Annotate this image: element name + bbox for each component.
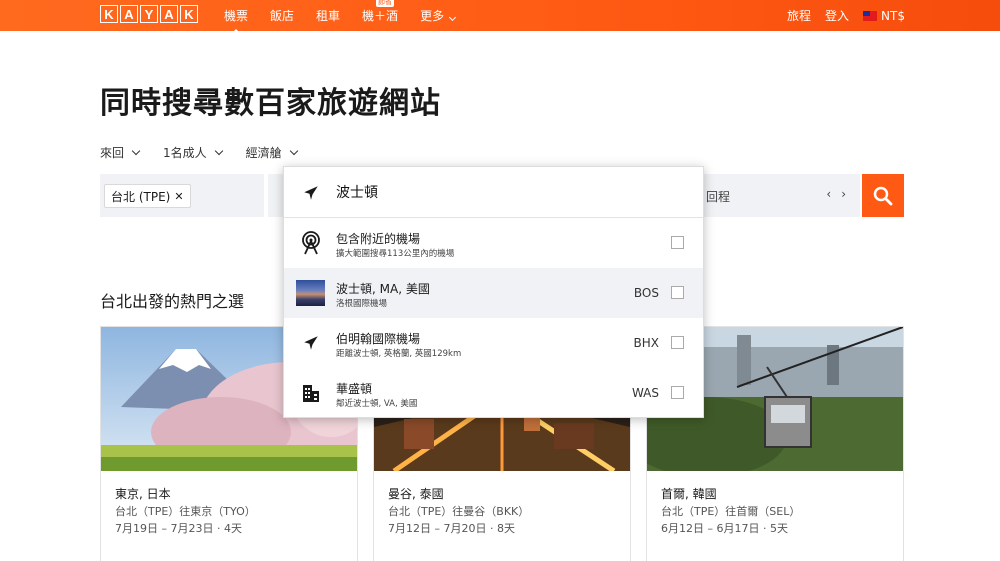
currency-label: NT$ (881, 8, 905, 23)
dropdown-item-subtitle: 距離波士頓, 英格蘭, 英國129km (336, 349, 462, 359)
plane-icon (298, 330, 324, 356)
boston-city-thumbnail (296, 280, 325, 306)
dropdown-item-boston[interactable]: 波士頓, MA, 美國 洛根國際機場 BOS (284, 268, 703, 318)
nav-label: 飯店 (270, 9, 295, 23)
taiwan-flag-icon (863, 11, 878, 21)
chevron-down-icon (449, 13, 457, 22)
card-route: 台北（TPE）往東京（TYO） (115, 505, 256, 518)
card-route: 台北（TPE）往首爾（SEL） (661, 505, 801, 518)
travelers-dropdown[interactable]: 1名成人 (163, 144, 223, 161)
nav-cars[interactable]: 租車 (316, 7, 340, 24)
birmingham-checkbox[interactable] (671, 336, 684, 349)
dropdown-item-nearby[interactable]: 包含附近的機場 擴大範圍搜尋113公里內的機場 (284, 218, 703, 268)
chevron-down-icon (214, 146, 223, 156)
dropdown-item-subtitle: 洛根國際機場 (336, 299, 388, 309)
card-city: 曼谷, 泰國 (388, 487, 444, 501)
origin-chip: 台北 (TPE) ✕ (104, 184, 191, 208)
chevron-down-icon (131, 146, 141, 156)
nav-label: 機＋酒 (362, 9, 399, 23)
boston-checkbox[interactable] (671, 286, 684, 299)
card-city: 東京, 日本 (115, 487, 171, 501)
include-nearby-checkbox[interactable] (671, 236, 684, 249)
dropdown-item-birmingham[interactable]: 伯明翰國際機場 距離波士頓, 英格蘭, 英國129km BHX (284, 318, 703, 368)
logo-letter: A (160, 5, 178, 23)
airport-code: WAS (631, 386, 659, 400)
plane-icon (304, 186, 318, 200)
kayak-logo[interactable]: K A Y A K (100, 5, 198, 23)
page-title: 同時搜尋數百家旅遊網站 (100, 86, 441, 121)
travelers-label: 1名成人 (163, 146, 207, 160)
nav-label: 機票 (224, 9, 249, 23)
currency-selector[interactable]: NT$ (863, 9, 905, 23)
cabin-dropdown[interactable]: 經濟艙 (245, 144, 298, 161)
remove-origin-icon[interactable]: ✕ (174, 190, 183, 203)
origin-chip-label: 台北 (TPE) (111, 189, 171, 204)
nav-label: 更多 (420, 9, 445, 23)
return-date-label: 回程 (706, 190, 731, 204)
search-button[interactable] (862, 174, 904, 217)
card-dates: 6月12日 – 6月17日 · 5天 (661, 522, 788, 535)
date-prev-icon[interactable]: ‹ (826, 187, 831, 201)
nav-flights[interactable]: 機票 (224, 7, 248, 24)
main-nav: 機票 飯店 租車 節省機＋酒 更多 (224, 0, 477, 31)
nav-more[interactable]: 更多 (420, 7, 457, 24)
dropdown-item-subtitle: 鄰近波士頓, VA, 美國 (336, 399, 418, 409)
save-badge: 節省 (376, 0, 395, 7)
logo-letter: A (120, 5, 138, 23)
card-dates: 7月19日 – 7月23日 · 4天 (115, 522, 242, 535)
dropdown-item-title: 波士頓, MA, 美國 (336, 282, 430, 296)
radar-icon (298, 230, 324, 256)
trips-link[interactable]: 旅程 (787, 7, 811, 24)
dropdown-item-title: 伯明翰國際機場 (336, 332, 421, 346)
destination-search-row (284, 167, 703, 218)
dropdown-item-title: 華盛頓 (336, 382, 373, 396)
chevron-down-icon (289, 146, 298, 156)
logo-letter: Y (140, 5, 158, 23)
dropdown-item-subtitle: 擴大範圍搜尋113公里內的機場 (336, 249, 455, 259)
trip-type-label: 來回 (100, 146, 125, 160)
airport-code: BHX (633, 336, 659, 350)
nav-hotels[interactable]: 飯店 (270, 7, 294, 24)
return-date-field[interactable]: 回程 ‹ › (700, 174, 860, 217)
nav-label: 租車 (316, 9, 341, 23)
washington-checkbox[interactable] (671, 386, 684, 399)
date-next-icon[interactable]: › (841, 187, 846, 201)
destination-dropdown: 包含附近的機場 擴大範圍搜尋113公里內的機場 波士頓, MA, 美國 洛根國際… (283, 166, 704, 418)
popular-section-title: 台北出發的熱門之選 (100, 292, 245, 311)
nav-packages[interactable]: 節省機＋酒 (362, 0, 399, 24)
logo-letter: K (180, 5, 198, 23)
card-route: 台北（TPE）往曼谷（BKK） (388, 505, 530, 518)
card-city: 首爾, 韓國 (661, 487, 717, 501)
trip-type-dropdown[interactable]: 來回 (100, 144, 141, 161)
card-dates: 7月12日 – 7月20日 · 8天 (388, 522, 515, 535)
building-icon (298, 380, 324, 406)
destination-input[interactable] (336, 181, 676, 203)
logo-letter: K (100, 5, 118, 23)
search-icon (873, 186, 893, 205)
cabin-label: 經濟艙 (245, 146, 282, 160)
header-right: 旅程 登入 NT$ (787, 0, 905, 31)
login-link[interactable]: 登入 (825, 7, 849, 24)
search-options: 來回 1名成人 經濟艙 (100, 144, 298, 161)
origin-field[interactable]: 台北 (TPE) ✕ (100, 174, 264, 217)
dropdown-item-washington[interactable]: 華盛頓 鄰近波士頓, VA, 美國 WAS (284, 368, 703, 418)
airport-code: BOS (633, 286, 659, 300)
top-nav-bar: K A Y A K 機票 飯店 租車 節省機＋酒 更多 旅程 登入 NT$ (0, 0, 1000, 31)
dropdown-item-title: 包含附近的機場 (336, 232, 421, 246)
